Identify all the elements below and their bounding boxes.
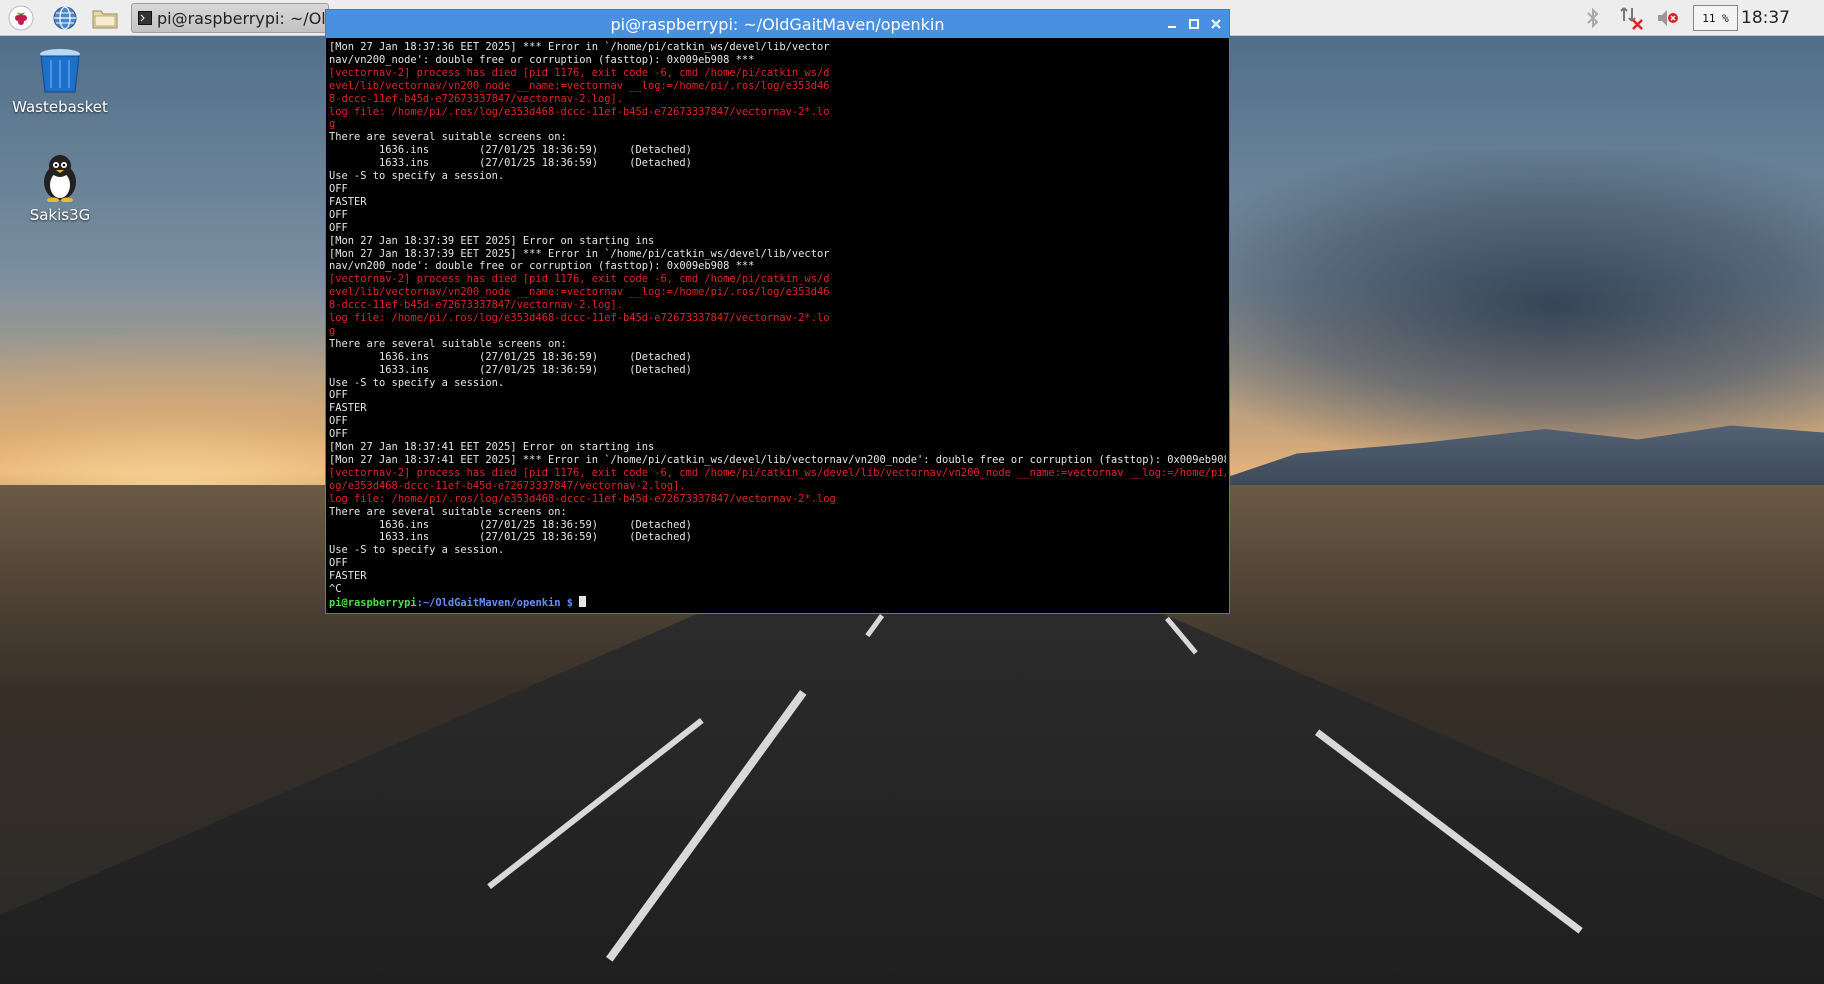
terminal-line: g [329, 118, 336, 131]
terminal-line: OFF [329, 428, 348, 441]
terminal-line: OFF [329, 557, 348, 570]
desktop-icon-sakis3g[interactable]: Sakis3G [10, 152, 110, 224]
desktop-icon-wastebasket[interactable]: Wastebasket [10, 46, 110, 116]
terminal-line: evel/lib/vectornav/vn200_node __name:=ve… [329, 286, 830, 299]
terminal-icon [138, 11, 152, 25]
terminal-line: [Mon 27 Jan 18:37:39 EET 2025] *** Error… [329, 247, 830, 260]
prompt-path: :~/OldGaitMaven/openkin $ [416, 596, 580, 609]
minimize-icon [1168, 26, 1176, 28]
terminal-line: [vectornav-2] process has died [pid 1176… [329, 66, 830, 79]
text-cursor [579, 595, 587, 607]
terminal-line: There are several suitable screens on: [329, 131, 567, 144]
terminal-line: log file: /home/pi/.ros/log/e353d468-dcc… [329, 492, 836, 505]
terminal-line: OFF [329, 208, 348, 221]
shell-prompt-line[interactable]: pi@raspberrypi:~/OldGaitMaven/openkin $ [329, 595, 1226, 609]
terminal-line: [Mon 27 Jan 18:37:41 EET 2025] Error on … [329, 441, 655, 454]
penguin-icon [44, 155, 76, 202]
terminal-line: Use -S to specify a session. [329, 544, 505, 557]
terminal-line: There are several suitable screens on: [329, 337, 567, 350]
close-icon [1211, 19, 1221, 29]
terminal-window[interactable]: pi@raspberrypi: ~/OldGaitMaven/openkin [… [325, 9, 1230, 614]
terminal-line: log file: /home/pi/.ros/log/e353d468-dcc… [329, 312, 830, 325]
terminal-line: 1633.ins (27/01/25 18:36:59) (Detached) [329, 531, 692, 544]
globe-icon [53, 6, 77, 30]
raspberry-menu-button[interactable] [6, 3, 36, 33]
close-button[interactable] [1206, 14, 1226, 34]
terminal-line: OFF [329, 389, 348, 402]
terminal-line: Use -S to specify a session. [329, 170, 505, 183]
network-disconnected-icon[interactable] [1620, 5, 1644, 31]
terminal-line: 8-dccc-11ef-b45d-e72673337847/vectornav-… [329, 92, 624, 105]
terminal-output[interactable]: [Mon 27 Jan 18:37:36 EET 2025] *** Error… [329, 41, 1226, 609]
prompt-user: pi@raspberrypi [329, 596, 417, 609]
raspberry-icon [8, 5, 34, 31]
terminal-line: nav/vn200_node': double free or corrupti… [329, 260, 755, 273]
terminal-line: [vectornav-2] process has died [pid 1176… [329, 273, 830, 286]
window-titlebar[interactable]: pi@raspberrypi: ~/OldGaitMaven/openkin [326, 10, 1229, 38]
cpu-usage-label: 11 % [1702, 11, 1729, 25]
terminal-line: 1633.ins (27/01/25 18:36:59) (Detached) [329, 363, 692, 376]
terminal-line: 8-dccc-11ef-b45d-e72673337847/vectornav-… [329, 299, 624, 312]
terminal-line: 1636.ins (27/01/25 18:36:59) (Detached) [329, 518, 692, 531]
minimize-button[interactable] [1162, 14, 1182, 34]
taskbar-terminal-button[interactable]: pi@raspberrypi: ~/Old... [131, 3, 329, 33]
maximize-button[interactable] [1184, 14, 1204, 34]
terminal-line: FASTER [329, 402, 367, 415]
terminal-line: g [329, 324, 336, 337]
terminal-line: OFF [329, 182, 348, 195]
terminal-line: 1636.ins (27/01/25 18:36:59) (Detached) [329, 144, 692, 157]
terminal-line: Use -S to specify a session. [329, 376, 505, 389]
folder-icon [92, 10, 118, 29]
terminal-line: og/e353d468-dccc-11ef-b45d-e72673337847/… [329, 479, 686, 492]
terminal-line: ^C [329, 583, 342, 596]
desktop-icon-label: Sakis3G [29, 206, 91, 224]
window-title: pi@raspberrypi: ~/OldGaitMaven/openkin [610, 14, 945, 34]
taskbar-terminal-label: pi@raspberrypi: ~/Old... [157, 8, 328, 28]
terminal-line: OFF [329, 221, 348, 234]
terminal-line: [Mon 27 Jan 18:37:39 EET 2025] Error on … [329, 234, 655, 247]
terminal-line: [Mon 27 Jan 18:37:41 EET 2025] *** Error… [329, 454, 1226, 466]
terminal-line: log file: /home/pi/.ros/log/e353d468-dcc… [329, 105, 830, 118]
clock[interactable]: 18:37 [1741, 8, 1790, 28]
browser-launcher[interactable] [50, 3, 80, 33]
maximize-icon [1189, 19, 1199, 29]
terminal-line: [Mon 27 Jan 18:37:36 EET 2025] *** Error… [329, 41, 830, 53]
volume-muted-icon[interactable] [1656, 7, 1680, 29]
file-manager-launcher[interactable] [90, 3, 120, 33]
terminal-line: FASTER [329, 195, 367, 208]
terminal-line: FASTER [329, 570, 367, 583]
terminal-line: nav/vn200_node': double free or corrupti… [329, 53, 755, 66]
terminal-line: 1636.ins (27/01/25 18:36:59) (Detached) [329, 350, 692, 363]
terminal-line: evel/lib/vectornav/vn200_node __name:=ve… [329, 79, 830, 92]
terminal-line: There are several suitable screens on: [329, 505, 567, 518]
cpu-usage-monitor[interactable]: 11 % [1693, 5, 1738, 31]
wallpaper-clouds [1150, 150, 1824, 460]
terminal-line: 1633.ins (27/01/25 18:36:59) (Detached) [329, 157, 692, 170]
desktop-icon-label: Wastebasket [12, 98, 108, 116]
terminal-line: OFF [329, 415, 348, 428]
trash-icon [40, 49, 80, 93]
bluetooth-icon[interactable] [1584, 6, 1602, 30]
terminal-line: [vectornav-2] process has died [pid 1176… [329, 466, 1226, 479]
